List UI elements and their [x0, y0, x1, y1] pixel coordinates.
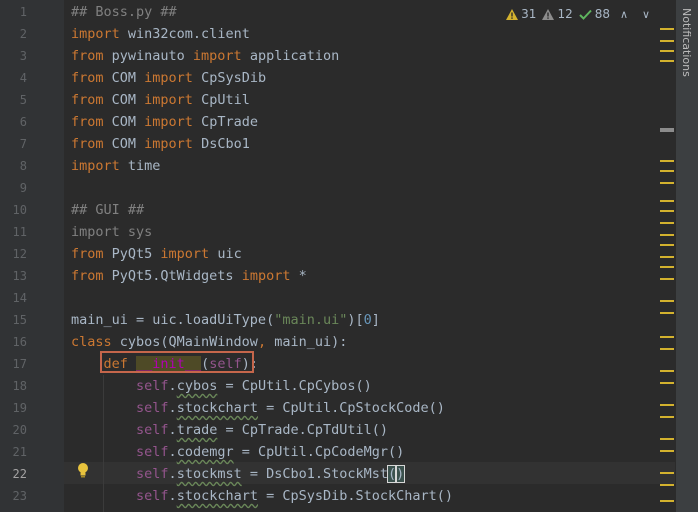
warning-mark[interactable] — [660, 416, 674, 418]
line-number: 4 — [19, 71, 27, 85]
typos-counter[interactable]: 88 — [579, 7, 610, 21]
warning-mark[interactable] — [660, 234, 674, 236]
warning-mark[interactable] — [660, 336, 674, 338]
warning-mark[interactable] — [660, 312, 674, 314]
warning-mark[interactable] — [660, 382, 674, 384]
line-number: 15 — [12, 313, 27, 327]
line-number: 20 — [12, 423, 27, 437]
notifications-tab[interactable]: Notifications — [680, 8, 693, 77]
line-number: 1 — [19, 5, 27, 19]
code-line-3[interactable]: from pywinauto import application — [71, 45, 339, 67]
warning-mark[interactable] — [660, 500, 674, 502]
line-number: 3 — [19, 49, 27, 63]
warnings-counter[interactable]: 31 — [506, 7, 536, 21]
weak-warnings-count: 12 — [557, 7, 573, 21]
warning-mark[interactable] — [660, 50, 674, 52]
code-line-21[interactable]: self.codemgr = CpUtil.CpCodeMgr() — [71, 441, 404, 463]
warning-mark[interactable] — [660, 278, 674, 280]
code-line-20[interactable]: self.trade = CpTrade.CpTdUtil() — [71, 419, 388, 441]
code-line-22[interactable]: self.stockmst = DsCbo1.StockMst() — [71, 463, 406, 485]
code-line-11[interactable]: import sys — [71, 221, 152, 243]
right-tool-window-strip: Notifications — [675, 0, 698, 512]
code-line-13[interactable]: from PyQt5.QtWidgets import * — [71, 265, 307, 287]
warnings-count: 31 — [521, 7, 537, 21]
line-number: 16 — [12, 335, 27, 349]
warning-mark[interactable] — [660, 348, 674, 350]
warning-mark[interactable] — [660, 472, 674, 474]
code-line-23[interactable]: self.stockchart = CpSysDib.StockChart() — [71, 485, 453, 507]
warning-mark[interactable] — [660, 484, 674, 486]
line-number: 11 — [12, 225, 27, 239]
warning-mark[interactable] — [660, 210, 674, 212]
warning-mark[interactable] — [660, 222, 674, 224]
warning-mark[interactable] — [660, 200, 674, 202]
code-line-19[interactable]: self.stockchart = CpUtil.CpStockCode() — [71, 397, 445, 419]
warning-mark[interactable] — [660, 450, 674, 452]
warning-mark[interactable] — [660, 404, 674, 406]
code-line-2[interactable]: import win32com.client — [71, 23, 250, 45]
caret-position-mark — [660, 128, 674, 132]
warning-icon — [506, 8, 519, 20]
code-line-6[interactable]: from COM import CpTrade — [71, 111, 258, 133]
warning-mark[interactable] — [660, 40, 674, 42]
weak-warnings-counter[interactable]: 12 — [542, 7, 573, 21]
line-number: 8 — [19, 159, 27, 173]
line-number: 19 — [12, 401, 27, 415]
warning-mark[interactable] — [660, 244, 674, 246]
line-number: 10 — [12, 203, 27, 217]
line-number: 2 — [19, 27, 27, 41]
line-number: 13 — [12, 269, 27, 283]
weak-warning-icon — [542, 8, 555, 20]
code-line-10[interactable]: ## GUI ## — [71, 199, 144, 221]
previous-problem-icon[interactable]: ∧ — [616, 8, 632, 21]
code-line-12[interactable]: from PyQt5 import uic — [71, 243, 242, 265]
line-number: 12 — [12, 247, 27, 261]
lightbulb-icon[interactable] — [76, 462, 90, 478]
line-number: 17 — [12, 357, 27, 371]
code-line-16[interactable]: class cybos(QMainWindow, main_ui): — [71, 331, 347, 353]
inspection-status[interactable]: 31 12 88 ∧ ∨ — [506, 4, 654, 24]
code-line-1[interactable]: ## Boss.py ## — [71, 1, 177, 23]
typos-count: 88 — [594, 7, 610, 21]
code-line-7[interactable]: from COM import DsCbo1 — [71, 133, 250, 155]
line-number: 21 — [12, 445, 27, 459]
line-number: 6 — [19, 115, 27, 129]
warning-mark[interactable] — [660, 256, 674, 258]
warning-mark[interactable] — [660, 160, 674, 162]
code-line-18[interactable]: self.cybos = CpUtil.CpCybos() — [71, 375, 372, 397]
warning-mark[interactable] — [660, 438, 674, 440]
warning-mark[interactable] — [660, 28, 674, 30]
warning-mark[interactable] — [660, 60, 674, 62]
code-line-8[interactable]: import time — [71, 155, 160, 177]
line-number-current: 22 — [12, 467, 27, 481]
warning-mark[interactable] — [660, 266, 674, 268]
code-line-17[interactable]: def __init__(self): — [71, 353, 258, 375]
code-line-15[interactable]: main_ui = uic.loadUiType("main.ui")[0] — [71, 309, 380, 331]
line-number: 7 — [19, 137, 27, 151]
code-line-4[interactable]: from COM import CpSysDib — [71, 67, 266, 89]
warning-mark[interactable] — [660, 170, 674, 172]
line-number: 18 — [12, 379, 27, 393]
warning-mark[interactable] — [660, 300, 674, 302]
warning-mark[interactable] — [660, 370, 674, 372]
code-line-5[interactable]: from COM import CpUtil — [71, 89, 250, 111]
line-number: 23 — [12, 489, 27, 503]
typo-check-icon — [579, 9, 592, 20]
line-number: 9 — [19, 181, 27, 195]
warning-mark[interactable] — [660, 182, 674, 184]
line-number: 14 — [12, 291, 27, 305]
error-stripe[interactable] — [660, 0, 674, 512]
line-number: 5 — [19, 93, 27, 107]
next-problem-icon[interactable]: ∨ — [638, 8, 654, 21]
